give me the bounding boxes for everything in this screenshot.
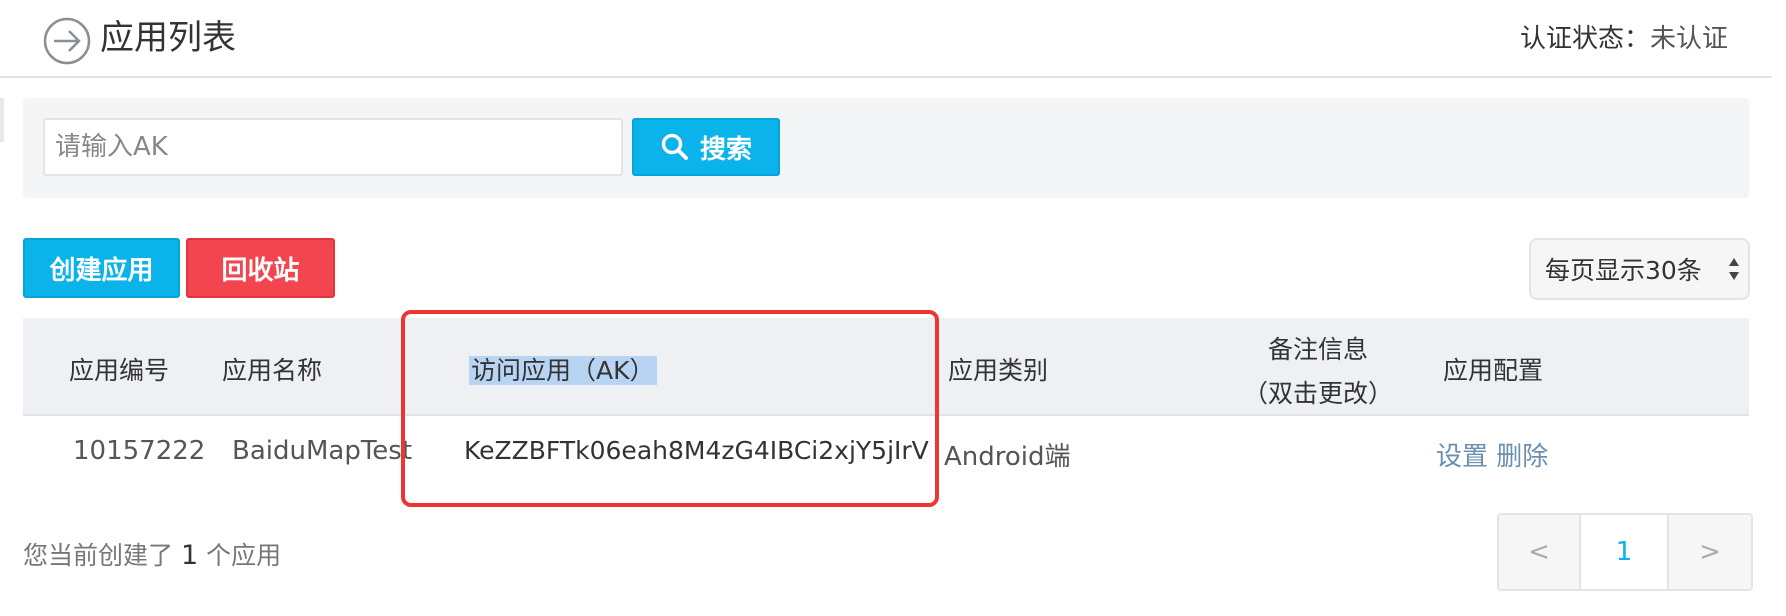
header-note: 备注信息 （双击更改）	[1243, 330, 1393, 410]
header-app-id: 应用编号	[69, 356, 170, 385]
table-row: 10157222 BaiduMapTest KeZZBFTk06eah8M4zG…	[23, 416, 1749, 500]
header-note-line1: 备注信息	[1267, 335, 1368, 364]
pagination-prev-button[interactable]: <	[1499, 515, 1581, 589]
cell-app-id: 10157222	[73, 436, 206, 466]
cell-app-name: BaiduMapTest	[232, 436, 413, 466]
per-page-value: 每页显示30条	[1545, 256, 1702, 285]
pagination-next-button[interactable]: >	[1669, 515, 1751, 589]
cert-status-value: 未认证	[1649, 24, 1728, 54]
back-arrow-icon[interactable]	[42, 16, 92, 66]
cert-status-label: 认证状态：	[1519, 24, 1650, 54]
page-title: 应用列表	[100, 18, 236, 58]
summary-count: 1	[180, 540, 199, 571]
header-ak: 访问应用（AK）	[469, 351, 657, 387]
recycle-bin-button[interactable]: 回收站	[186, 238, 335, 298]
page-header: 应用列表 认证状态：未认证	[0, 0, 1772, 78]
create-app-button[interactable]: 创建应用	[23, 238, 180, 298]
header-ak-text: 访问应用（AK）	[469, 356, 657, 385]
cell-ak: KeZZBFTk06eah8M4zG4IBCi2xjY5jIrV	[464, 436, 929, 465]
delete-link[interactable]: 删除	[1496, 442, 1548, 472]
search-icon	[661, 133, 688, 160]
search-button[interactable]: 搜索	[632, 118, 780, 176]
cell-note[interactable]	[1233, 436, 1413, 476]
settings-link[interactable]: 设置	[1436, 442, 1488, 472]
cell-app-config: 设置 删除	[1436, 436, 1548, 473]
cell-app-type: Android端	[944, 442, 1071, 472]
pagination-page-1[interactable]: 1	[1581, 515, 1669, 589]
left-edge-divider	[0, 98, 4, 142]
certification-status: 认证状态：未认证	[1520, 20, 1728, 58]
header-note-line2: （双击更改）	[1242, 379, 1393, 408]
pagination: < 1 >	[1497, 513, 1753, 591]
header-app-type: 应用类别	[948, 356, 1049, 385]
select-arrows-icon	[1729, 258, 1739, 280]
summary-prefix: 您当前创建了	[23, 541, 174, 570]
search-panel: 搜索	[23, 98, 1749, 198]
per-page-select[interactable]: 每页显示30条	[1529, 238, 1750, 300]
app-count-summary: 您当前创建了 1 个应用	[23, 536, 281, 572]
table-header: 应用编号 应用名称 访问应用（AK） 应用类别 备注信息 （双击更改） 应用配置	[23, 318, 1749, 416]
header-app-config: 应用配置	[1443, 356, 1544, 385]
summary-suffix: 个应用	[206, 541, 282, 570]
search-button-label: 搜索	[699, 134, 752, 165]
ak-search-input[interactable]	[43, 118, 623, 176]
header-app-name: 应用名称	[222, 356, 323, 385]
app-table: 应用编号 应用名称 访问应用（AK） 应用类别 备注信息 （双击更改） 应用配置…	[23, 318, 1749, 500]
